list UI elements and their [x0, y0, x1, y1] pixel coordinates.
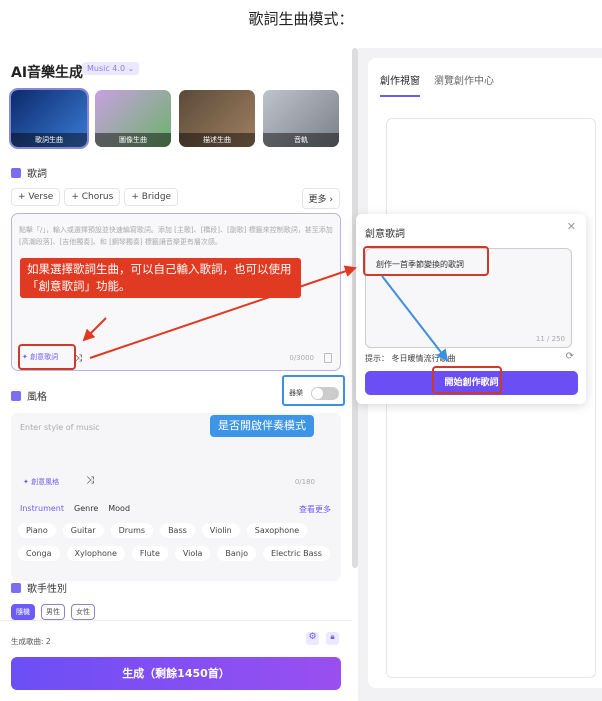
arrow: [82, 317, 107, 342]
annotation-arrows: [82, 265, 449, 362]
arrow: [381, 275, 449, 362]
arrow: [89, 265, 357, 359]
